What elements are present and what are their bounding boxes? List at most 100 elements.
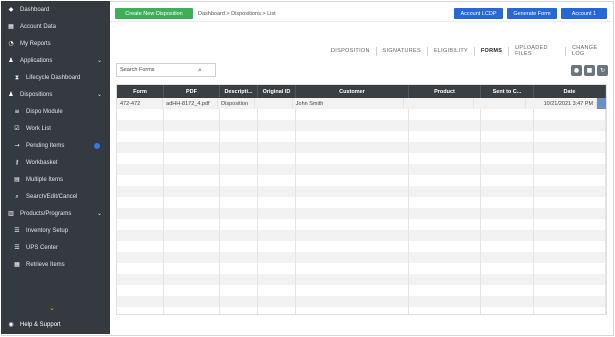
top-bar: Create New Disposition Dashboard > Dispo… [110, 1, 612, 22]
sidebar-item-lifecycle-dashboard[interactable]: ⧗ Lifecycle Dashboard [1, 69, 110, 86]
table-cell [117, 263, 164, 274]
add-form-button[interactable]: ● [571, 65, 582, 76]
sidebar-item-dashboard[interactable]: ◆ Dashboard [1, 1, 110, 18]
main-content: Create New Disposition Dashboard > Dispo… [110, 1, 612, 334]
table-cell [164, 208, 220, 219]
sidebar-item-label: Dashboard [20, 6, 50, 13]
tab-disposition[interactable]: DISPOSITION [325, 48, 376, 54]
account-lcdp-button[interactable]: Account LCDP [454, 8, 503, 19]
table-cell [534, 153, 606, 164]
table-cell [534, 230, 606, 241]
table-cell [258, 263, 296, 274]
table-row [117, 230, 606, 241]
sidebar-item-pending-items[interactable]: → Pending Items [1, 137, 110, 154]
column-header[interactable]: Descripti... [220, 85, 258, 98]
sidebar-item-search-edit-cancel[interactable]: ⌕ Search/Edit/Cancel [1, 188, 110, 205]
table-cell [220, 252, 258, 263]
table-cell [409, 142, 481, 153]
table-cell [220, 120, 258, 131]
chevron-down-icon[interactable]: ⌄ [97, 57, 102, 64]
sidebar-item-my-reports[interactable]: ◔ My Reports [1, 35, 110, 52]
table-cell [220, 230, 258, 241]
sidebar-item-applications[interactable]: ♟ Applications ⌄ [1, 52, 110, 69]
people-icon: ♟ [8, 91, 14, 98]
table-cell [534, 307, 606, 314]
row-action-cell[interactable] [597, 98, 606, 109]
table-cell [534, 142, 606, 153]
sidebar-item-products-programs[interactable]: ▥ Products/Programs ⌄ [1, 205, 110, 222]
column-header[interactable]: Date [534, 85, 606, 98]
column-header[interactable]: PDF [164, 85, 220, 98]
column-header[interactable]: Original ID [258, 85, 296, 98]
table-cell [296, 219, 409, 230]
table-cell [409, 208, 481, 219]
tab-forms[interactable]: FORMS [475, 48, 508, 54]
table-cell [117, 241, 164, 252]
table-cell [220, 263, 258, 274]
tab-change-log[interactable]: CHANGE LOG [566, 45, 612, 57]
table-cell [409, 307, 481, 314]
delete-form-button[interactable]: ■ [584, 65, 595, 76]
sidebar-item-help[interactable]: ◉ Help & Support [1, 316, 116, 333]
table-cell [117, 175, 164, 186]
table-cell [534, 164, 606, 175]
account-button[interactable]: Account 1 [561, 8, 607, 19]
sidebar-item-account-data[interactable]: ▦ Account Data [1, 18, 110, 35]
table-cell [117, 186, 164, 197]
tab-eligibility[interactable]: ELIGIBILITY [428, 48, 474, 54]
table-cell [404, 98, 475, 109]
table-icon: ▦ [8, 23, 14, 30]
column-header[interactable]: Customer [296, 85, 409, 98]
create-disposition-button[interactable]: Create New Disposition [115, 8, 193, 19]
sidebar-item-retrieve-items[interactable]: ▦ Retrieve Items [1, 256, 110, 273]
search-input[interactable] [120, 67, 198, 73]
table-cell [296, 285, 409, 296]
table-cell [164, 186, 220, 197]
sidebar-item-ups-center[interactable]: ☰ UPS Center [1, 239, 110, 256]
sidebar-item-dispo-module[interactable]: ≡ Dispo Module [1, 103, 110, 120]
table-cell [296, 252, 409, 263]
forms-table: Form PDF Descripti... Original ID Customer Pr… [116, 84, 607, 315]
sidebar-item-inventory-setup[interactable]: ☰ Inventory Setup [1, 222, 110, 239]
tab-uploaded-files[interactable]: UPLOADED FILES [509, 45, 565, 57]
chevron-down-icon[interactable]: ⌄ [97, 91, 102, 98]
column-header[interactable]: Sent to C... [481, 85, 534, 98]
table-row [117, 219, 606, 230]
sidebar-scroll-down-icon[interactable]: ⌄ [49, 304, 55, 312]
table-cell [534, 252, 606, 263]
table-cell [164, 142, 220, 153]
table-cell [220, 208, 258, 219]
table-cell [255, 98, 293, 109]
table-cell [534, 285, 606, 296]
report-icon: ◔ [8, 40, 14, 47]
sidebar-item-label: Applications [20, 57, 53, 64]
sidebar-item-label: Help & Support [20, 321, 61, 328]
table-cell [220, 197, 258, 208]
sidebar-item-workbasket[interactable]: ⚷ Workbasket [1, 154, 110, 171]
table-cell [481, 186, 534, 197]
inventory-icon: ☰ [14, 227, 20, 234]
sidebar-item-label: Dispositions [20, 91, 53, 98]
sidebar-item-label: Pending Items [26, 142, 65, 149]
column-header[interactable]: Product [409, 85, 481, 98]
table-row [117, 120, 606, 131]
table-cell [220, 186, 258, 197]
tab-signatures[interactable]: SIGNATURES [377, 48, 427, 54]
table-cell [409, 109, 481, 120]
column-header[interactable]: Form [117, 85, 164, 98]
table-cell [117, 197, 164, 208]
table-cell [296, 296, 409, 307]
table-row[interactable]: 472-472 adHH-8172_4.pdf Disposition John Sm… [117, 98, 606, 109]
table-row [117, 186, 606, 197]
table-cell [164, 263, 220, 274]
generate-form-button[interactable]: Generate Form [507, 8, 557, 19]
table-cell [117, 109, 164, 120]
table-cell [164, 252, 220, 263]
table-cell [220, 307, 258, 314]
search-icon[interactable]: ⌕ [198, 66, 202, 75]
sidebar-item-dispositions[interactable]: ♟ Dispositions ⌄ [1, 86, 110, 103]
chevron-down-icon[interactable]: ⌄ [97, 210, 102, 217]
sidebar-item-multiple-items[interactable]: ▤ Multiple Items [1, 171, 110, 188]
sidebar-item-work-list[interactable]: ☑ Work List [1, 120, 110, 137]
refresh-button[interactable]: ↻ [597, 65, 608, 76]
